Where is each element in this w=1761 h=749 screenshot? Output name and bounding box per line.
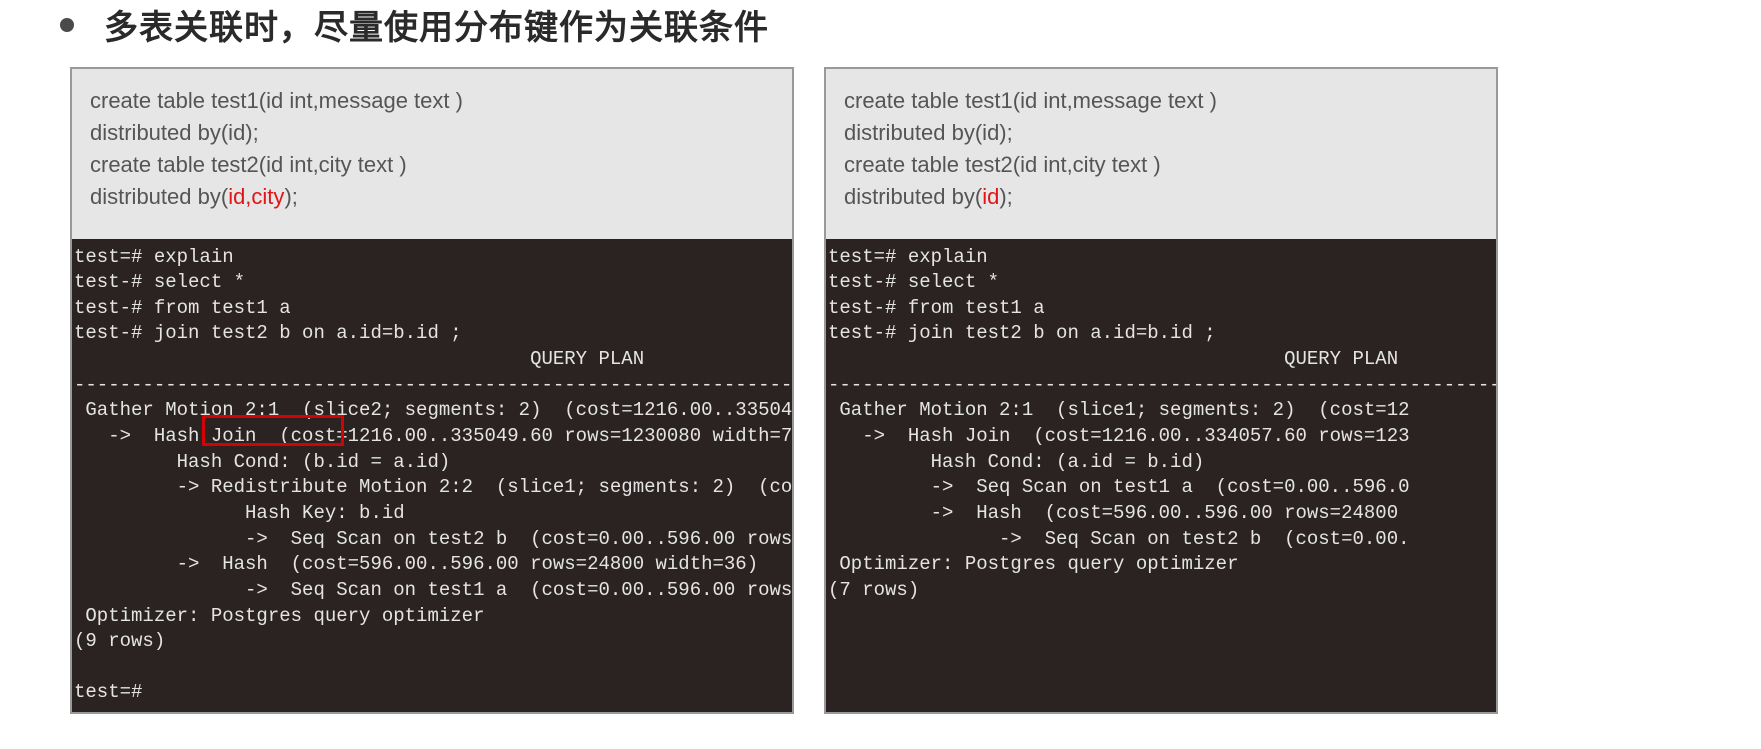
- columns: create table test1(id int,message text )…: [40, 67, 1721, 714]
- terminal-output-left: test=# explain test-# select * test-# fr…: [72, 239, 792, 713]
- sql-line: create table test1(id int,message text ): [844, 85, 1478, 117]
- sql-line: distributed by(id);: [844, 117, 1478, 149]
- sql-line: create table test1(id int,message text ): [90, 85, 774, 117]
- distributed-key-highlight: id,city: [228, 184, 284, 209]
- bullet-icon: [60, 18, 74, 32]
- example-card-right: create table test1(id int,message text )…: [824, 67, 1498, 714]
- page: 多表关联时，尽量使用分布键作为关联条件 create table test1(i…: [0, 0, 1761, 744]
- distributed-key-highlight: id: [982, 184, 999, 209]
- sql-line: distributed by(id);: [844, 181, 1478, 213]
- redistribute-highlight-box: [202, 415, 344, 446]
- sql-line: distributed by(id);: [90, 117, 774, 149]
- sql-block-left: create table test1(id int,message text )…: [72, 69, 792, 239]
- sql-block-right: create table test1(id int,message text )…: [826, 69, 1496, 239]
- title-row: 多表关联时，尽量使用分布键作为关联条件: [40, 0, 1721, 67]
- example-card-left: create table test1(id int,message text )…: [70, 67, 794, 714]
- sql-line: distributed by(id,city);: [90, 181, 774, 213]
- terminal-output-right: test=# explain test-# select * test-# fr…: [826, 239, 1496, 713]
- sql-line: create table test2(id int,city text ): [90, 149, 774, 181]
- sql-line: create table test2(id int,city text ): [844, 149, 1478, 181]
- page-title: 多表关联时，尽量使用分布键作为关联条件: [104, 0, 769, 49]
